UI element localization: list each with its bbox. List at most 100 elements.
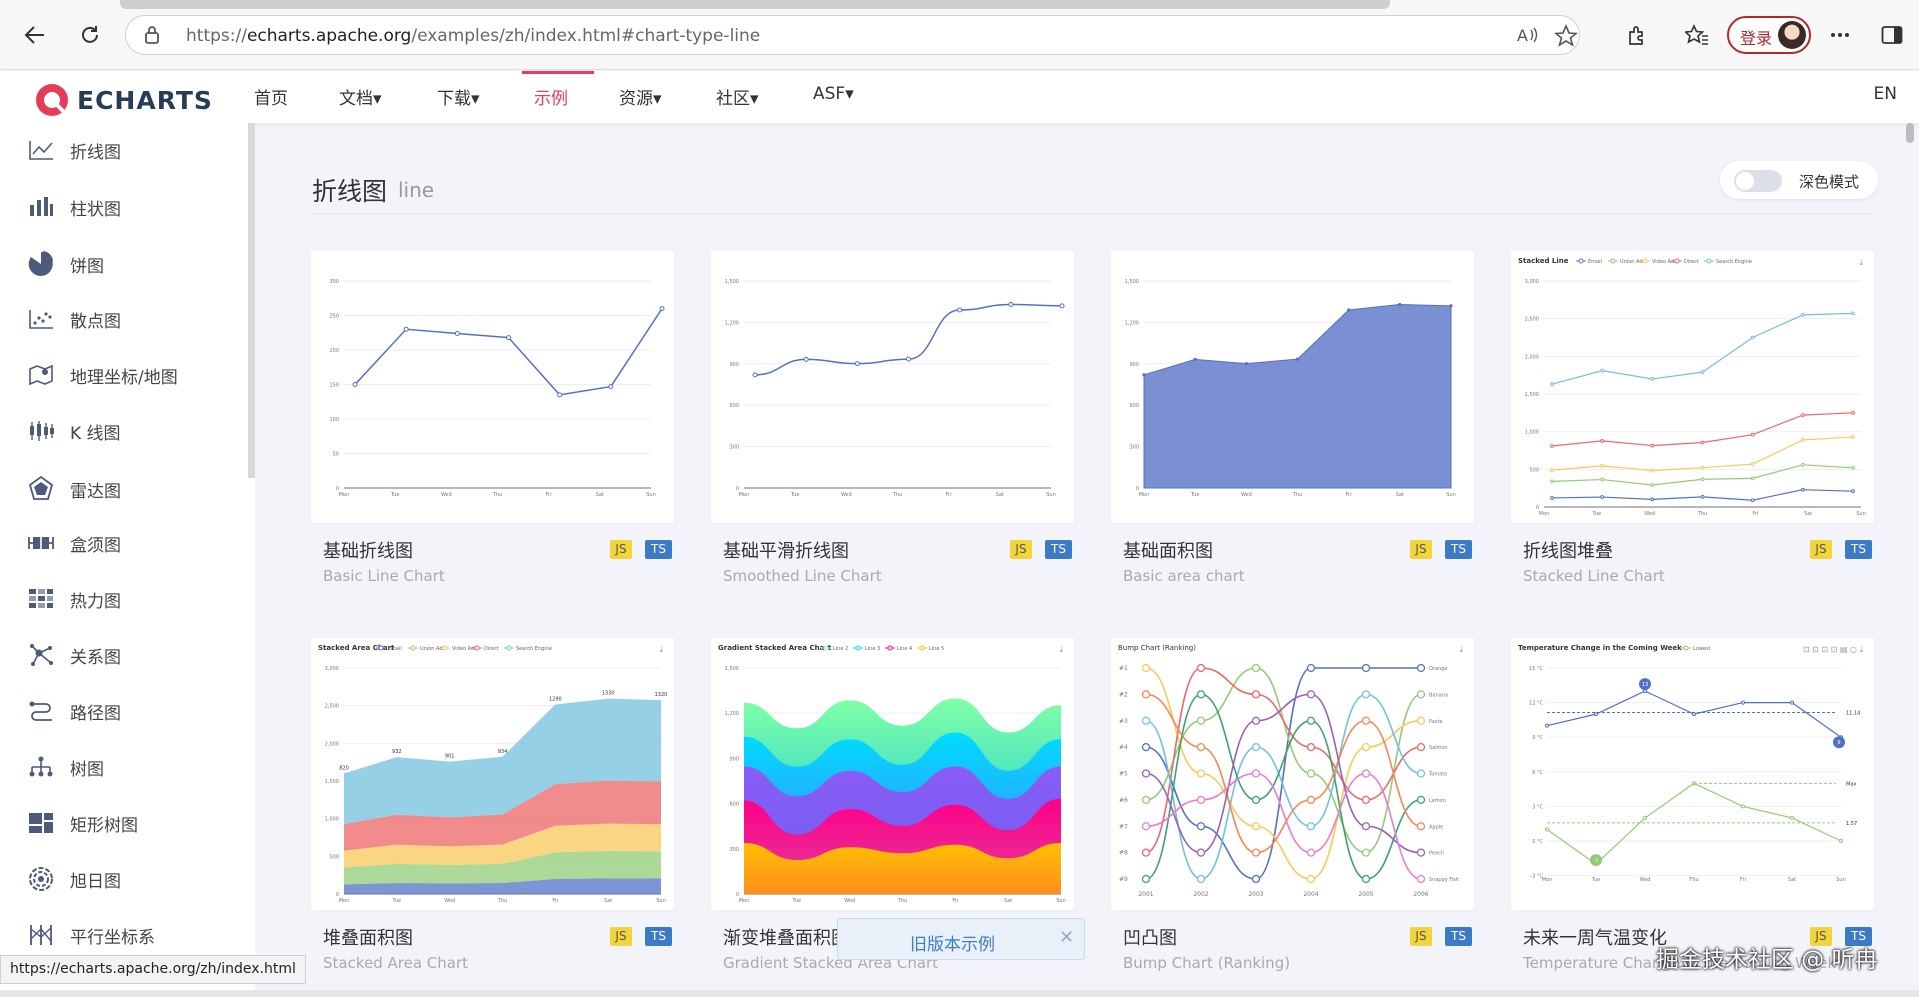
js-badge[interactable]: JS (1410, 927, 1432, 946)
data-point (1800, 462, 1805, 467)
sidebar-item-tree[interactable]: 树图 (28, 749, 228, 785)
sidebar-item-pie[interactable]: 饼图 (28, 246, 228, 282)
ts-badge[interactable]: TS (1445, 927, 1472, 946)
ts-badge[interactable]: TS (1045, 540, 1072, 559)
data-point (1361, 663, 1371, 673)
legend-marker (1578, 258, 1584, 264)
dark-mode-toggle[interactable]: 深色模式 (1720, 161, 1878, 199)
chart-thumbnail[interactable]: Stacked Area Chart Email Union Ads Video Ad… (311, 638, 674, 910)
close-icon[interactable]: ✕ (1059, 927, 1074, 948)
sidebar-item-scatter[interactable]: 散点图 (28, 301, 228, 337)
address-bar[interactable]: https://echarts.apache.org/examples/zh/i… (125, 15, 1580, 55)
js-badge[interactable]: JS (1810, 540, 1832, 559)
y-tick-label: 150 (329, 383, 339, 389)
y-tick-label: 1,500 (325, 779, 339, 785)
x-tick-label: Tue (392, 898, 402, 904)
chart-thumbnail[interactable]: 0 50 100 150 200 250 300 Mon Tue Wed Thu Fri Sat Sun (311, 251, 674, 523)
read-aloud-icon[interactable]: A (1516, 24, 1540, 46)
more-menu-icon[interactable] (1824, 19, 1856, 51)
tree-icon (29, 756, 53, 777)
language-switch[interactable]: EN (1874, 84, 1897, 104)
sidebar-item-sunburst[interactable]: 旭日图 (28, 861, 228, 897)
js-badge[interactable]: JS (610, 927, 632, 946)
sidebar-item-line[interactable]: 折线图 (28, 132, 228, 168)
y-tick-label: 2,000 (325, 741, 339, 747)
sidebar-item-boxplot[interactable]: 盒须图 (28, 525, 228, 561)
card-title[interactable]: 未来一周气温变化 (1523, 924, 1667, 950)
card-title[interactable]: 渐变堆叠面积图 (723, 924, 849, 950)
x-tick-label: Sun (1856, 511, 1866, 517)
lines-icon (29, 701, 52, 721)
card-title[interactable]: 基础折线图 (323, 537, 413, 563)
series-end-label: Pasta (1429, 719, 1442, 725)
legend-label: Search Engine (1716, 259, 1752, 265)
collections-icon[interactable] (1681, 19, 1713, 51)
card-title[interactable]: 基础平滑折线图 (723, 537, 849, 563)
sidebar-item-graph[interactable]: 关系图 (28, 637, 228, 673)
chart-thumbnail[interactable]: Gradient Stacked Area Chart Line 2 Line 3 L… (711, 638, 1074, 910)
nav-asf[interactable]: ASF▾ (813, 84, 854, 104)
extensions-icon[interactable] (1621, 19, 1653, 51)
old-version-label[interactable]: 旧版本示例 (910, 930, 995, 955)
nav-resources[interactable]: 资源▾ (619, 84, 662, 109)
nav-home[interactable]: 首页 (254, 84, 288, 109)
data-point (1700, 477, 1705, 482)
data-point (1196, 716, 1206, 725)
js-badge[interactable]: JS (610, 540, 632, 559)
x-tick-label: Sun (1056, 898, 1066, 904)
card-title[interactable]: 折线图堆叠 (1523, 537, 1613, 563)
tab-strip[interactable] (120, 0, 1390, 9)
dark-mode-switch[interactable] (1734, 170, 1782, 192)
x-tick-label: Wed (441, 492, 452, 498)
sidebar-item-heatmap[interactable]: 热力图 (28, 581, 228, 617)
chart-thumbnail[interactable]: 0 300 600 900 1,200 1,500 Mon Tue Wed Thu Fri Sat Su… (1111, 251, 1474, 523)
favorite-star-icon[interactable] (1554, 24, 1578, 48)
x-tick-label: Fri (552, 898, 558, 904)
chart-thumbnail[interactable]: Temperature Change in the Coming Week Low… (1511, 638, 1874, 910)
js-badge[interactable]: JS (1010, 540, 1032, 559)
series-line (1546, 782, 1842, 865)
ts-badge[interactable]: TS (645, 927, 672, 946)
data-point (1643, 815, 1647, 820)
sidebar-scrollbar[interactable] (248, 123, 255, 478)
sidebar-item-bar[interactable]: 柱状图 (28, 189, 228, 225)
nav-examples[interactable]: 示例 (534, 84, 568, 109)
card-title[interactable]: 凹凸图 (1123, 924, 1177, 950)
x-tick-label: 2003 (1248, 891, 1263, 898)
refresh-icon[interactable] (74, 19, 106, 51)
data-point (659, 306, 665, 312)
chart-thumbnail[interactable]: Bump Chart (Ranking) ⤓ #1 #2 #3 #4 #5 #6 #7 #8 #9 2… (1111, 638, 1474, 910)
ts-badge[interactable]: TS (1445, 540, 1472, 559)
chart-thumbnail[interactable]: 0 300 600 900 1,200 1,500 Mon Tue Wed Thu Fri Sat Su… (711, 251, 1074, 523)
sidebar-item-parallel[interactable]: 平行坐标系 (28, 917, 228, 953)
ts-badge[interactable]: TS (645, 540, 672, 559)
y-tick-label: 900 (1129, 362, 1139, 368)
echarts-logo[interactable]: ECHARTS (33, 81, 213, 119)
sidebar-item-treemap[interactable]: 矩形树图 (28, 805, 228, 841)
data-point (1416, 769, 1426, 778)
login-button[interactable]: 登录 (1727, 16, 1811, 54)
status-bar-url: https://echarts.apache.org/zh/index.html (0, 955, 306, 984)
sidebar-item-candlestick[interactable]: K 线图 (28, 413, 228, 449)
card-title[interactable]: 基础面积图 (1123, 537, 1213, 563)
y-tick-label: 1,000 (325, 817, 339, 823)
nav-community[interactable]: 社区▾ (716, 84, 759, 109)
js-badge[interactable]: JS (1410, 540, 1432, 559)
ts-badge[interactable]: TS (1845, 540, 1872, 559)
back-icon[interactable] (19, 19, 51, 51)
sidebar-item-geo[interactable]: 地理坐标/地图 (28, 357, 228, 393)
echarts-logo-icon (36, 84, 69, 117)
sidebar-toggle-icon[interactable] (1876, 19, 1908, 51)
sidebar-item-lines[interactable]: 路径图 (28, 693, 228, 729)
data-point (1700, 495, 1705, 499)
old-version-banner[interactable]: 旧版本示例 ✕ (837, 918, 1085, 960)
data-point (1361, 822, 1371, 831)
chart-title: Stacked Line (1518, 257, 1569, 265)
chart-thumbnail[interactable]: Stacked Line Email Union Ads Video Ads Direc… (1511, 251, 1874, 523)
card-title[interactable]: 堆叠面积图 (323, 924, 413, 950)
x-tick-label: Sun (1046, 492, 1056, 498)
sidebar-item-radar[interactable]: 雷达图 (28, 471, 228, 507)
page-scrollbar[interactable] (1906, 123, 1914, 143)
nav-docs[interactable]: 文档▾ (339, 84, 382, 109)
nav-download[interactable]: 下载▾ (437, 84, 480, 109)
